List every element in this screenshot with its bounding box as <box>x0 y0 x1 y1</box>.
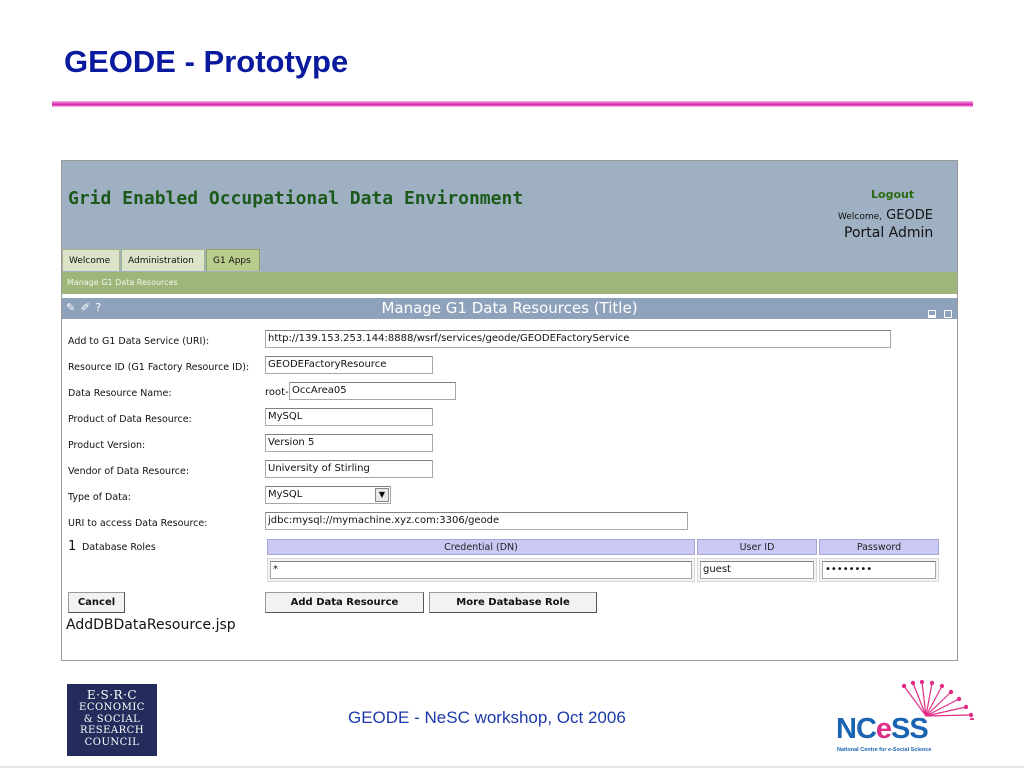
esrc-logo-line: COUNCIL <box>84 736 140 748</box>
maximize-icon[interactable] <box>944 310 952 318</box>
ncess-tagline: National Centre for e-Social Science <box>837 747 932 753</box>
access-uri-label: URI to access Data Resource: <box>68 518 208 529</box>
ncess-wordmark-part: NC <box>836 713 877 745</box>
credential-input[interactable]: * <box>270 561 692 579</box>
tab-administration[interactable]: Administration <box>121 249 205 271</box>
add-data-resource-button[interactable]: Add Data Resource <box>265 592 424 613</box>
more-database-role-button[interactable]: More Database Role <box>429 592 597 613</box>
footer-caption: GEODE - NeSC workshop, Oct 2006 <box>348 708 626 727</box>
column-header-credential: Credential (DN) <box>267 539 695 555</box>
resource-id-label: Resource ID (G1 Factory Resource ID): <box>68 362 250 373</box>
portal-screenshot: Grid Enabled Occupational Data Environme… <box>61 160 958 661</box>
jsp-filename: AddDBDataResource.jsp <box>66 617 236 633</box>
version-input[interactable]: Version 5 <box>265 434 433 452</box>
password-input[interactable]: •••••••• <box>822 561 936 579</box>
vendor-input[interactable]: University of Stirling <box>265 460 433 478</box>
ncess-logo: NCeSS National Centre for e-Social Scien… <box>836 680 976 760</box>
cancel-button[interactable]: Cancel <box>68 592 125 613</box>
esrc-logo: E·S·R·C ECONOMIC & SOCIAL RESEARCH COUNC… <box>67 684 157 756</box>
logout-link[interactable]: Logout <box>871 188 914 201</box>
version-label: Product Version: <box>68 440 146 451</box>
esrc-logo-line: RESEARCH <box>79 725 145 736</box>
roles-count: 1 <box>68 539 77 554</box>
ncess-wordmark-part: SS <box>891 713 929 745</box>
user-role: Portal Admin <box>844 225 934 241</box>
resource-id-input[interactable]: GEODEFactoryResource <box>265 356 433 374</box>
dropdown-arrow-icon[interactable]: ▼ <box>375 488 389 502</box>
access-uri-input[interactable]: jdbc:mysql://mymachine.xyz.com:3306/geod… <box>265 512 688 530</box>
ncess-wordmark: NCeSS <box>836 713 929 746</box>
portal-header: Grid Enabled Occupational Data Environme… <box>62 161 957 272</box>
slide-title: GEODE - Prototype <box>64 44 349 79</box>
breadcrumb-text: Manage G1 Data Resources <box>67 278 178 287</box>
welcome-prefix: Welcome, <box>838 212 883 222</box>
table-cell: * <box>267 558 695 582</box>
data-type-label: Type of Data: <box>68 492 131 503</box>
esrc-logo-line: & SOCIAL <box>83 713 141 725</box>
resource-name-input[interactable]: OccArea05 <box>289 382 456 400</box>
panel-title: Manage G1 Data Resources (Title) <box>381 299 638 317</box>
data-type-select[interactable]: MySQL ▼ <box>265 486 391 504</box>
breadcrumb: Manage G1 Data Resources <box>62 272 957 294</box>
title-divider <box>52 101 973 107</box>
product-label: Product of Data Resource: <box>68 414 192 425</box>
table-cell: guest <box>697 558 817 582</box>
service-uri-label: Add to G1 Data Service (URI): <box>68 336 210 347</box>
tab-g1-apps[interactable]: G1 Apps <box>206 249 260 271</box>
user-name: GEODE <box>886 208 933 223</box>
minimize-icon[interactable] <box>927 310 936 318</box>
resource-name-prefix: root- <box>265 387 289 398</box>
resource-name-label: Data Resource Name: <box>68 388 172 399</box>
tab-welcome[interactable]: Welcome <box>62 249 120 271</box>
esrc-logo-line: E·S·R·C <box>86 688 138 702</box>
vendor-label: Vendor of Data Resource: <box>68 466 190 477</box>
esrc-logo-line: ECONOMIC <box>79 702 145 713</box>
table-cell: •••••••• <box>819 558 939 582</box>
column-header-user-id: User ID <box>697 539 817 555</box>
roles-label: Database Roles <box>82 542 156 553</box>
portal-name: Grid Enabled Occupational Data Environme… <box>68 188 524 209</box>
panel-title-bar: ✎ ✐ ? Manage G1 Data Resources (Title) <box>62 298 957 319</box>
ncess-wordmark-e: e <box>875 713 892 745</box>
data-type-value: MySQL <box>268 489 303 500</box>
welcome-line: Welcome, GEODE <box>838 208 933 223</box>
column-header-password: Password <box>819 539 939 555</box>
service-uri-input[interactable]: http://139.153.253.144:8888/wsrf/service… <box>265 330 891 348</box>
window-controls <box>925 303 952 322</box>
product-input[interactable]: MySQL <box>265 408 433 426</box>
user-id-input[interactable]: guest <box>700 561 814 579</box>
